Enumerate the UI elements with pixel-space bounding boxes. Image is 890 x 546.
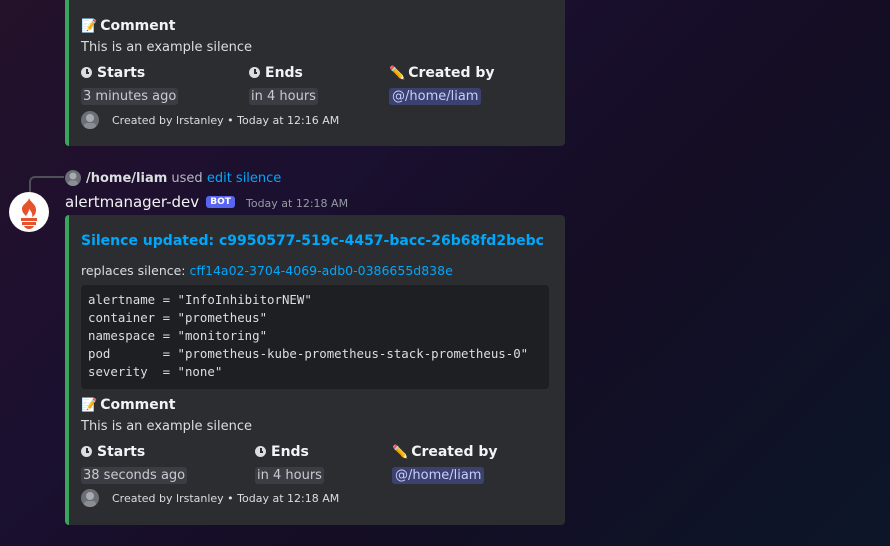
comment-field-value: This is an example silence <box>81 419 253 434</box>
clock-icon <box>255 446 266 457</box>
silence-embed: Silence updated: c9950577-519c-4457-bacc… <box>65 215 565 525</box>
starts-field-heading: Starts <box>81 444 145 460</box>
memo-icon: 📝 <box>81 398 98 413</box>
clock-icon <box>81 446 92 457</box>
embed-title-link[interactable]: Silence updated: c9950577-519c-4457-bacc… <box>81 233 544 249</box>
ends-field-heading: Ends <box>249 65 303 81</box>
replaces-silence-link[interactable]: cff14a02-3704-4069-adb0-0386655d838e <box>190 263 453 278</box>
code-line: pod = "prometheus-kube-prometheus-stack-… <box>88 346 529 361</box>
embed-footer: Created by lrstanley • Today at 12:18 AM <box>112 492 340 505</box>
footer-avatar <box>81 111 99 129</box>
matchers-code-block: alertname = "InfoInhibitorNEW" container… <box>81 285 549 389</box>
message-timestamp: Today at 12:18 AM <box>245 197 349 210</box>
created-by-field-heading: ✏️ Created by <box>392 444 498 460</box>
command-user-avatar[interactable] <box>65 170 81 186</box>
comment-field-value: This is an example silence <box>81 40 253 55</box>
message-header: alertmanager-dev BOT Today at 12:18 AM <box>65 192 348 211</box>
comment-field-heading: 📝 Comment <box>81 397 176 413</box>
clock-icon <box>249 67 260 78</box>
code-line: container = "prometheus" <box>88 310 268 325</box>
clock-icon <box>81 67 92 78</box>
command-name-link[interactable]: edit silence <box>207 171 281 186</box>
command-reply-line: /home/liam used edit silence <box>86 171 282 186</box>
silence-embed-previous: 📝 Comment This is an example silence Star… <box>65 0 565 146</box>
reply-connector <box>29 176 64 192</box>
comment-field-heading: 📝 Comment <box>81 18 176 34</box>
pencil-icon: ✏️ <box>389 66 406 81</box>
starts-field-value: 3 minutes ago <box>81 88 179 105</box>
pencil-icon: ✏️ <box>392 445 409 460</box>
ends-field-value: in 4 hours <box>255 467 324 484</box>
starts-field-heading: Starts <box>81 65 145 81</box>
created-by-mention[interactable]: @/home/liam <box>389 88 482 105</box>
ends-field-value: in 4 hours <box>249 88 318 105</box>
code-line: severity = "none" <box>88 364 223 379</box>
created-by-field-heading: ✏️ Created by <box>389 65 495 81</box>
embed-footer: Created by lrstanley • Today at 12:16 AM <box>112 114 340 127</box>
command-user-name[interactable]: /home/liam <box>86 171 167 186</box>
author-name[interactable]: alertmanager-dev <box>65 193 199 211</box>
bot-badge: BOT <box>206 196 235 208</box>
prometheus-logo[interactable] <box>9 192 49 232</box>
created-by-mention[interactable]: @/home/liam <box>392 467 485 484</box>
footer-avatar <box>81 489 99 507</box>
replaces-line: replaces silence: cff14a02-3704-4069-adb… <box>81 263 453 278</box>
starts-field-value: 38 seconds ago <box>81 467 188 484</box>
code-line: alertname = "InfoInhibitorNEW" <box>88 292 312 307</box>
ends-field-heading: Ends <box>255 444 309 460</box>
code-line: namespace = "monitoring" <box>88 328 268 343</box>
memo-icon: 📝 <box>81 19 98 34</box>
